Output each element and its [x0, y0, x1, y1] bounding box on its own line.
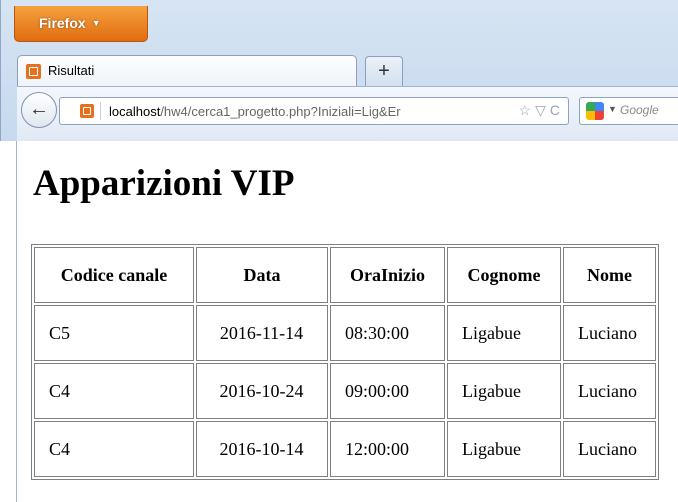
cell-cognome: Ligabue: [447, 421, 561, 477]
url-host: localhost: [109, 104, 161, 119]
cell-nome: Luciano: [563, 305, 656, 361]
address-bar[interactable]: localhost/hw4/cerca1_progetto.php?Inizia…: [59, 97, 569, 125]
back-button[interactable]: ←: [21, 92, 57, 128]
dropdown-triangle-icon[interactable]: ▽: [535, 102, 546, 118]
cell-codice-canale: C5: [34, 305, 194, 361]
cell-data: 2016-10-24: [196, 363, 328, 419]
header-codice-canale: Codice canale: [34, 247, 194, 303]
page-title: Apparizioni VIP: [33, 163, 295, 204]
reload-icon[interactable]: C: [550, 102, 560, 118]
new-tab-button[interactable]: +: [365, 56, 403, 86]
url-actions: ☆ ▽ C: [515, 102, 560, 119]
cell-data: 2016-10-14: [196, 421, 328, 477]
cell-data: 2016-11-14: [196, 305, 328, 361]
table-header-row: Codice canale Data OraInizio Cognome Nom…: [34, 247, 656, 303]
bookmark-star-icon[interactable]: ☆: [519, 102, 532, 118]
page-favicon-icon: [26, 64, 41, 79]
cell-ora-inizio: 09:00:00: [330, 363, 445, 419]
url-text[interactable]: localhost/hw4/cerca1_progetto.php?Inizia…: [109, 104, 401, 119]
tab-title: Risultati: [48, 63, 95, 78]
header-nome: Nome: [563, 247, 656, 303]
table-row: C4 2016-10-14 12:00:00 Ligabue Luciano: [34, 421, 656, 477]
site-identity-icon[interactable]: [80, 104, 94, 118]
browser-chrome: Firefox ▼ Risultati + ← localhost/hw4/cer…: [0, 0, 678, 142]
cell-codice-canale: C4: [34, 421, 194, 477]
table-row: C5 2016-11-14 08:30:00 Ligabue Luciano: [34, 305, 656, 361]
results-table: Codice canale Data OraInizio Cognome Nom…: [31, 244, 659, 480]
page-content: Apparizioni VIP Codice canale Data OraIn…: [16, 141, 678, 502]
url-separator: [100, 102, 101, 120]
back-arrow-icon: ←: [29, 98, 49, 120]
cell-ora-inizio: 12:00:00: [330, 421, 445, 477]
firefox-menu-button[interactable]: Firefox ▼: [14, 6, 148, 42]
header-ora-inizio: OraInizio: [330, 247, 445, 303]
cell-cognome: Ligabue: [447, 305, 561, 361]
cell-codice-canale: C4: [34, 363, 194, 419]
google-search-engine-icon[interactable]: [586, 102, 604, 120]
cell-nome: Luciano: [563, 421, 656, 477]
search-placeholder: Google: [620, 103, 659, 117]
cell-nome: Luciano: [563, 363, 656, 419]
cell-ora-inizio: 08:30:00: [330, 305, 445, 361]
tab-risultati[interactable]: Risultati: [17, 55, 357, 87]
chevron-down-icon: ▼: [91, 18, 101, 28]
search-engine-dropdown-icon[interactable]: ▼: [608, 104, 617, 114]
header-data: Data: [196, 247, 328, 303]
firefox-menu-label: Firefox: [39, 15, 86, 31]
cell-cognome: Ligabue: [447, 363, 561, 419]
table-row: C4 2016-10-24 09:00:00 Ligabue Luciano: [34, 363, 656, 419]
url-path: /hw4/cerca1_progetto.php?Iniziali=Lig&Er: [160, 104, 401, 119]
search-bar[interactable]: ▼ Google: [579, 97, 678, 125]
header-cognome: Cognome: [447, 247, 561, 303]
